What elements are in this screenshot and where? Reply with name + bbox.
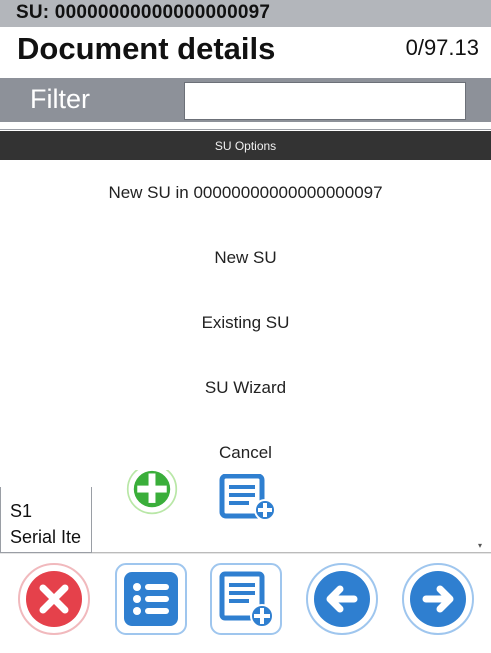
option-su-wizard[interactable]: SU Wizard: [0, 355, 491, 421]
filter-label: Filter: [30, 84, 90, 114]
add-document-button[interactable]: [210, 563, 282, 635]
back-button[interactable]: [306, 563, 378, 635]
option-new-su[interactable]: New SU: [0, 225, 491, 291]
forward-button[interactable]: [402, 563, 474, 635]
arrow-right-icon: [402, 563, 474, 635]
su-number-label: SU: 00000000000000000097: [16, 2, 271, 23]
close-button[interactable]: [18, 563, 90, 635]
list-header-strip: [0, 122, 491, 130]
close-icon: [18, 563, 90, 635]
filter-input[interactable]: [184, 82, 466, 120]
arrow-left-icon: [306, 563, 378, 635]
document-add-icon: [210, 563, 282, 635]
list-button[interactable]: [115, 563, 187, 635]
document-counter: 0/97.13: [405, 35, 479, 60]
list-item-code: S1: [10, 501, 33, 521]
su-options-menu: New SU in 00000000000000000097 New SU Ex…: [0, 160, 491, 486]
option-new-su-in[interactable]: New SU in 00000000000000000097: [0, 160, 491, 226]
option-existing-su[interactable]: Existing SU: [0, 290, 491, 356]
add-icon[interactable]: [122, 470, 182, 522]
list-item-description: Serial Ite: [10, 527, 82, 547]
document-add-icon[interactable]: [219, 473, 281, 524]
scroll-down-icon[interactable]: ▾: [478, 541, 482, 550]
page-title: Document details: [17, 31, 276, 66]
modal-title: SU Options: [214, 139, 277, 153]
list-icon: [115, 563, 187, 635]
